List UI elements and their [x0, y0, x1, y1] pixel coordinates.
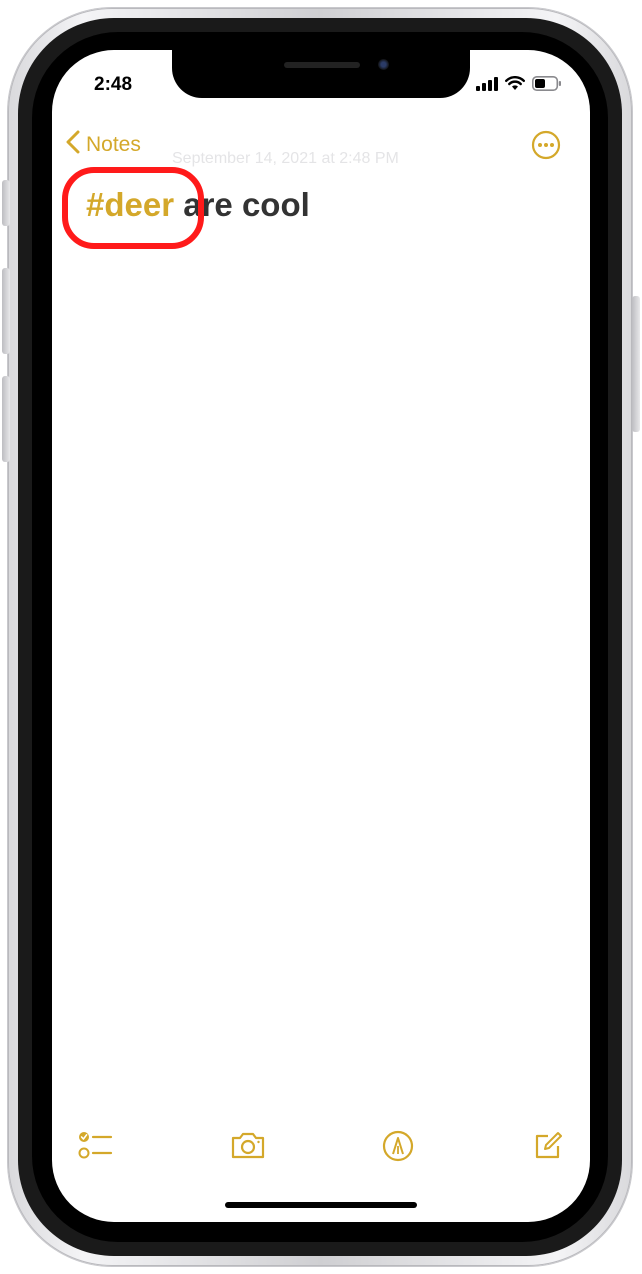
mute-switch: [2, 180, 10, 226]
chevron-left-icon: [66, 130, 80, 159]
compose-icon: [532, 1132, 564, 1166]
compose-button[interactable]: [532, 1130, 564, 1167]
status-icons: [476, 76, 562, 96]
camera-button[interactable]: [230, 1130, 266, 1165]
power-button: [632, 296, 640, 432]
markup-pen-icon: [382, 1130, 414, 1166]
checklist-icon: [78, 1132, 114, 1164]
home-indicator[interactable]: [225, 1202, 417, 1208]
note-date: September 14, 2021 at 2:48 PM: [172, 150, 399, 167]
status-time: 2:48: [94, 74, 133, 95]
back-label: Notes: [86, 132, 141, 156]
volume-up-button: [2, 268, 10, 354]
ellipsis-circle-icon: [531, 130, 561, 164]
cellular-signal-icon: [476, 76, 498, 96]
markup-button[interactable]: [382, 1130, 414, 1167]
checklist-button[interactable]: [78, 1130, 114, 1165]
volume-down-button: [2, 376, 10, 462]
battery-icon: [532, 76, 562, 96]
highlight-ring: [62, 167, 204, 249]
back-to-notes-button[interactable]: Notes: [66, 130, 141, 159]
camera-icon: [230, 1132, 266, 1164]
front-camera: [378, 59, 389, 70]
notch: [172, 50, 470, 98]
wifi-icon: [505, 76, 525, 96]
earpiece-speaker: [284, 62, 360, 68]
more-options-button[interactable]: [531, 130, 561, 165]
